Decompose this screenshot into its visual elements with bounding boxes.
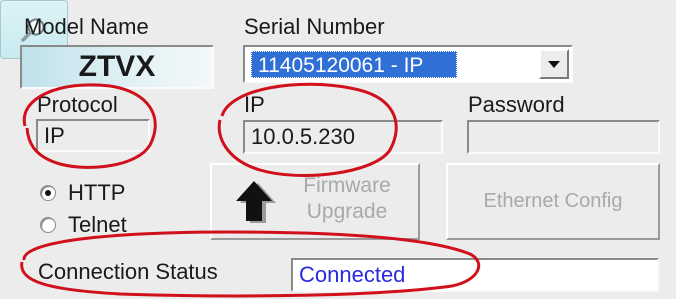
dropdown-arrow-button[interactable] [539, 49, 569, 79]
protocol-label: Protocol [37, 92, 118, 117]
ethernet-config-label: Ethernet Config [483, 190, 623, 212]
connection-status-field: Connected [291, 258, 659, 292]
password-field[interactable] [467, 120, 660, 154]
telnet-radio-option[interactable]: Telnet [40, 212, 127, 238]
protocol-field: IP [36, 119, 150, 152]
model-name-field: ZTVX [20, 45, 214, 89]
serial-number-selected-value: 11405120061 - IP [251, 51, 457, 78]
firmware-upgrade-button[interactable]: Firmware Upgrade [210, 163, 420, 240]
http-radio-label: HTTP [68, 180, 126, 205]
ip-label: IP [244, 92, 265, 117]
radio-button-unchecked[interactable] [40, 217, 56, 233]
chevron-down-icon [548, 60, 560, 68]
device-config-panel: Model Name ZTVX Serial Number 1140512006… [0, 0, 676, 299]
model-name-label: Model Name [24, 14, 149, 39]
firmware-upgrade-label-line2: Upgrade [306, 200, 388, 223]
radio-button-checked[interactable] [40, 185, 56, 201]
firmware-upgrade-label-line1: Firmware [303, 174, 391, 197]
connection-status-label: Connection Status [38, 259, 218, 284]
ethernet-config-button[interactable]: Ethernet Config [446, 163, 660, 240]
http-radio-option[interactable]: HTTP [40, 180, 125, 206]
telnet-radio-label: Telnet [68, 212, 127, 237]
upload-arrow-icon [236, 181, 276, 223]
serial-number-dropdown[interactable]: 11405120061 - IP [243, 45, 573, 83]
serial-number-label: Serial Number [244, 14, 385, 39]
password-label: Password [468, 92, 565, 117]
ip-address-field: 10.0.5.230 [243, 120, 443, 154]
